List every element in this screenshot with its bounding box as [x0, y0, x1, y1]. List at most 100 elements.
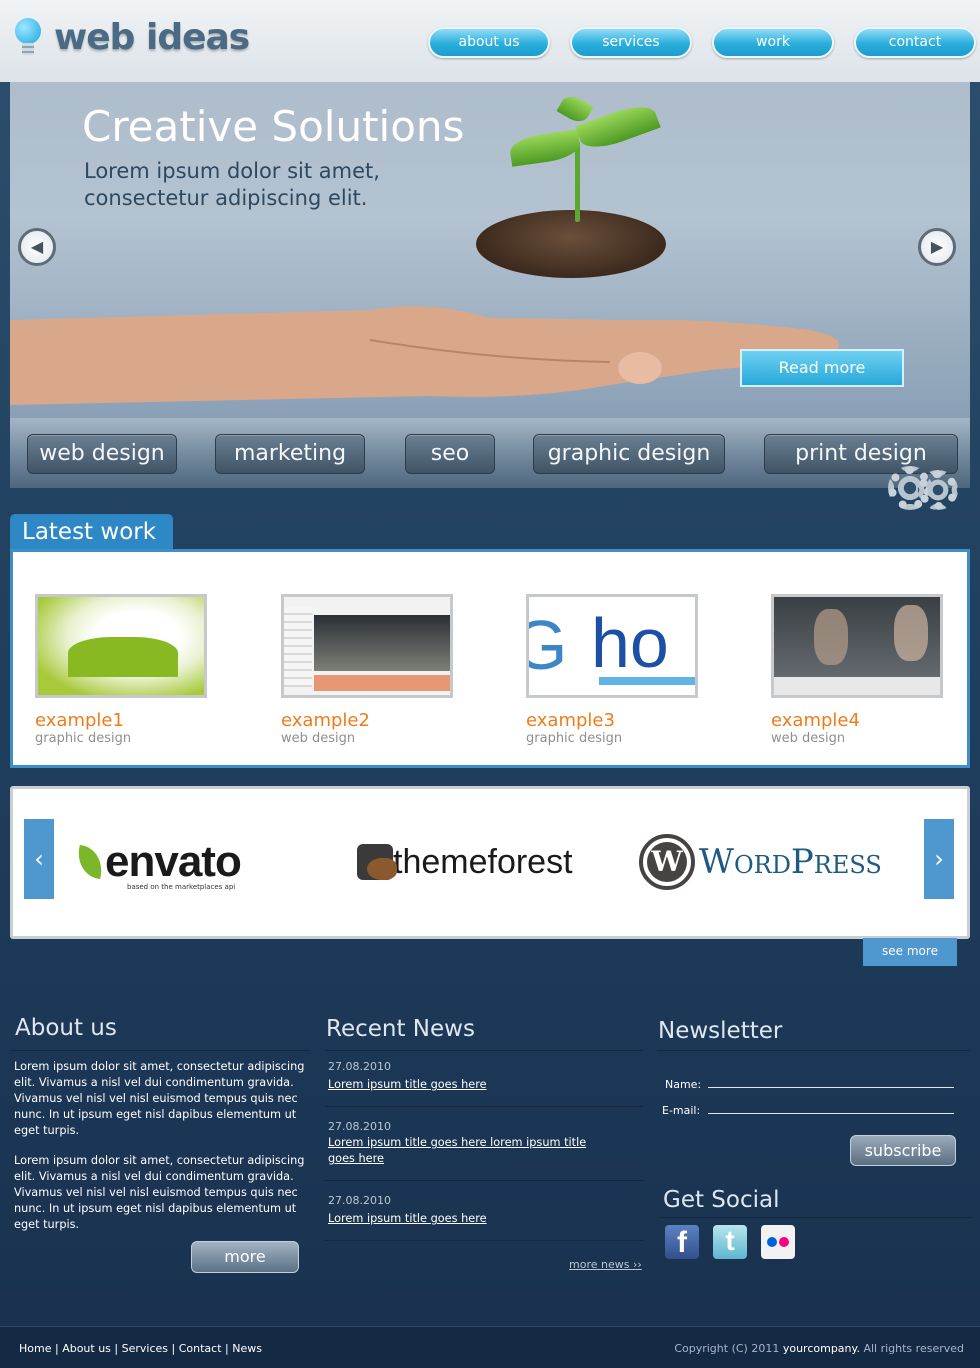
see-more-button[interactable]: see more — [863, 938, 957, 966]
sprout-icon — [575, 142, 580, 222]
divider — [325, 1050, 643, 1051]
copyright-company: yourcompany. — [782, 1342, 860, 1355]
work-category: web design — [771, 731, 846, 746]
more-news-link[interactable]: more news ›› — [569, 1258, 642, 1271]
news-item: 27.08.2010 Lorem ipsum title goes here — [328, 1194, 628, 1227]
divider — [657, 1050, 970, 1051]
wordpress-logo[interactable]: W WordPress — [639, 827, 882, 897]
facebook-icon[interactable]: f — [665, 1225, 699, 1259]
news-item: 27.08.2010 Lorem ipsum title goes here — [328, 1060, 628, 1093]
lightbulb-icon — [12, 16, 42, 58]
divider — [10, 1050, 310, 1051]
soil-image — [476, 210, 666, 278]
category-seo[interactable]: seo — [405, 434, 495, 474]
footer-link-news[interactable]: News — [232, 1342, 262, 1355]
category-print-design[interactable]: print design — [764, 434, 958, 474]
about-paragraph: Lorem ipsum dolor sit amet, consectetur … — [14, 1060, 305, 1137]
news-link[interactable]: Lorem ipsum title goes here lorem ipsum … — [328, 1135, 598, 1167]
category-bar: web design marketing seo graphic design … — [10, 418, 970, 488]
latest-work-tab: Latest work — [10, 514, 173, 550]
nav-work[interactable]: work — [712, 27, 834, 58]
slider-prev-button[interactable]: ◀ — [18, 228, 56, 266]
email-field[interactable] — [708, 1094, 954, 1112]
partners-prev-button[interactable]: ‹ — [24, 819, 54, 899]
social-title: Get Social — [663, 1187, 780, 1213]
footer-link-contact[interactable]: Contact — [179, 1342, 222, 1355]
divider — [325, 1240, 643, 1241]
divider — [325, 1106, 643, 1107]
work-thumbnail[interactable] — [281, 594, 453, 698]
footer-link-services[interactable]: Services — [122, 1342, 168, 1355]
read-more-button[interactable]: Read more — [740, 349, 904, 387]
main-nav: about us services work contact — [428, 27, 976, 58]
wordpress-text: WordPress — [699, 842, 882, 882]
work-thumbnail[interactable] — [771, 594, 943, 698]
work-title[interactable]: example3 — [526, 710, 701, 731]
copyright-prefix: Copyright (C) 2011 — [674, 1342, 780, 1355]
work-category: web design — [281, 731, 356, 746]
news-link[interactable]: Lorem ipsum title goes here — [328, 1211, 487, 1227]
work-item[interactable]: G ho example3 graphic design — [526, 594, 701, 746]
themeforest-text: themeforest — [393, 842, 573, 881]
nav-services[interactable]: services — [570, 27, 692, 58]
news-link[interactable]: Lorem ipsum title goes here — [328, 1077, 487, 1093]
work-thumbnail[interactable] — [35, 594, 207, 698]
work-item[interactable]: example1 graphic design — [35, 594, 210, 746]
work-category: graphic design — [526, 731, 623, 746]
news-date: 27.08.2010 — [328, 1194, 391, 1207]
twitter-icon[interactable]: t — [713, 1225, 747, 1259]
hero-subtitle-line: consectetur adipiscing elit. — [84, 186, 368, 210]
email-label: E-mail: — [662, 1104, 701, 1117]
footer-link-home[interactable]: Home — [19, 1342, 51, 1355]
newsletter-title: Newsletter — [658, 1018, 783, 1044]
wordpress-icon: W — [639, 834, 695, 890]
category-graphic-design[interactable]: graphic design — [533, 434, 725, 474]
name-underline — [708, 1087, 954, 1088]
hand-image — [10, 306, 840, 405]
name-field[interactable] — [708, 1068, 954, 1086]
hero-slider: Creative Solutions Lorem ipsum dolor sit… — [10, 82, 970, 418]
hero-subtitle: Lorem ipsum dolor sit amet, consectetur … — [84, 158, 444, 212]
work-item[interactable]: example4 web design — [771, 594, 946, 746]
themeforest-icon — [357, 844, 397, 880]
subscribe-button[interactable]: subscribe — [850, 1135, 956, 1166]
work-title[interactable]: example2 — [281, 710, 456, 731]
leaf-icon — [508, 129, 582, 167]
envato-logo[interactable]: envato based on the marketplaces api — [74, 827, 242, 897]
copyright: Copyright (C) 2011 yourcompany. All righ… — [674, 1342, 964, 1355]
name-label: Name: — [665, 1078, 702, 1091]
nav-contact[interactable]: contact — [854, 27, 976, 58]
work-item[interactable]: example2 web design — [281, 594, 456, 746]
hero-subtitle-line: Lorem ipsum dolor sit amet, — [84, 159, 380, 183]
logo-text: web ideas — [54, 16, 250, 58]
gear-icon — [918, 470, 958, 510]
work-title[interactable]: example1 — [35, 710, 210, 731]
news-date: 27.08.2010 — [328, 1120, 391, 1133]
work-title[interactable]: example4 — [771, 710, 946, 731]
category-marketing[interactable]: marketing — [215, 434, 365, 474]
about-title: About us — [15, 1015, 117, 1041]
category-web-design[interactable]: web design — [27, 434, 177, 474]
hero-title: Creative Solutions — [82, 102, 465, 151]
nav-about-us[interactable]: about us — [428, 27, 550, 58]
flickr-icon[interactable] — [761, 1225, 795, 1259]
footer-link-about[interactable]: About us — [62, 1342, 111, 1355]
footer-nav: Home | About us | Services | Contact | N… — [19, 1342, 262, 1355]
partners-panel: ‹ › envato based on the marketplaces api… — [10, 786, 970, 939]
divider — [325, 1180, 643, 1181]
divider — [660, 1217, 973, 1218]
envato-text: envato — [105, 837, 242, 886]
copyright-rights: All rights reserved — [863, 1342, 964, 1355]
work-category: graphic design — [35, 731, 132, 746]
partners-next-button[interactable]: › — [924, 819, 954, 899]
themeforest-logo[interactable]: themeforest — [357, 827, 573, 897]
slider-next-button[interactable]: ▶ — [918, 228, 956, 266]
footer: Home | About us | Services | Contact | N… — [0, 1326, 980, 1368]
logo[interactable]: web ideas — [12, 14, 250, 60]
news-date: 27.08.2010 — [328, 1060, 391, 1073]
news-title: Recent News — [326, 1016, 475, 1042]
about-more-button[interactable]: more — [191, 1241, 299, 1273]
work-thumbnail[interactable]: G ho — [526, 594, 698, 698]
envato-tagline: based on the marketplaces api — [127, 883, 236, 891]
latest-work-panel: example1 graphic design example2 web des… — [10, 549, 970, 768]
